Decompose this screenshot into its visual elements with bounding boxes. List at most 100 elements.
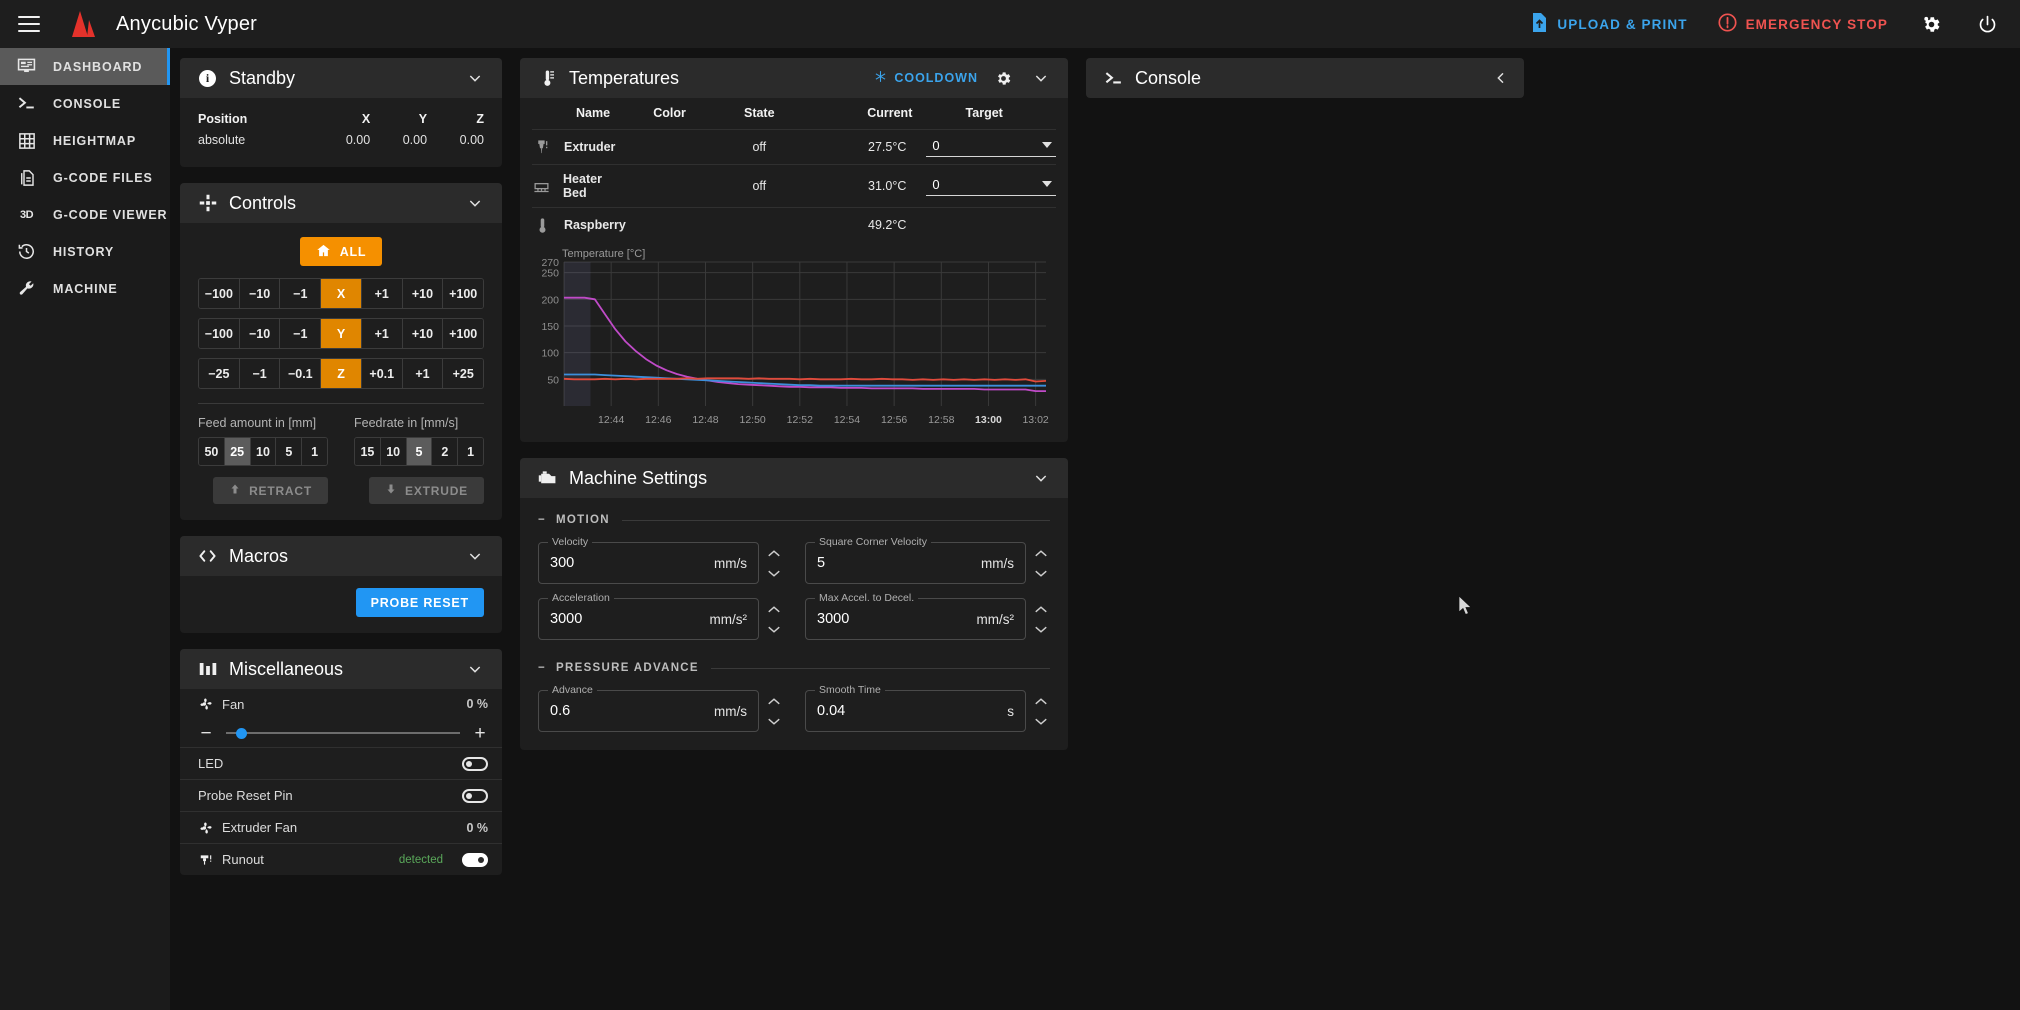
runout-toggle[interactable] bbox=[462, 852, 488, 867]
gear-icon[interactable] bbox=[990, 65, 1016, 91]
advance-input[interactable] bbox=[550, 703, 714, 719]
smooth-time-increment-icon[interactable] bbox=[1032, 693, 1050, 709]
probe-reset-pin-toggle[interactable] bbox=[462, 788, 488, 803]
led-toggle[interactable] bbox=[462, 756, 488, 771]
fan-decrease-icon[interactable]: − bbox=[198, 724, 214, 743]
jog-axis-y[interactable]: Y bbox=[321, 319, 362, 348]
max-accel-to-decel-increment-icon[interactable] bbox=[1032, 601, 1050, 617]
feedrate-1[interactable]: 1 bbox=[458, 438, 483, 465]
heater-bed-target-field[interactable] bbox=[926, 176, 1056, 196]
svg-text:100: 100 bbox=[541, 348, 559, 360]
power-icon[interactable] bbox=[1974, 11, 2000, 37]
acceleration-input[interactable] bbox=[550, 611, 710, 627]
jog-y-minus-10[interactable]: −10 bbox=[239, 319, 281, 348]
home-all-button[interactable]: ALL bbox=[299, 237, 383, 266]
jog-x-minus-1[interactable]: −1 bbox=[280, 279, 322, 308]
upload-and-print-button[interactable]: UPLOAD & PRINT bbox=[1531, 13, 1687, 35]
feed-amount-5[interactable]: 5 bbox=[276, 438, 303, 465]
temperature-chart[interactable]: Temperature [°C] 50 100 150 200 250 270 12:44 1… bbox=[528, 248, 1060, 430]
chevron-down-icon[interactable] bbox=[462, 190, 488, 216]
cooldown-button[interactable]: COOLDOWN bbox=[874, 70, 978, 86]
sidebar-item-machine[interactable]: MACHINE bbox=[0, 270, 170, 307]
chevron-down-icon[interactable] bbox=[462, 65, 488, 91]
max-accel-to-decel-input[interactable] bbox=[817, 611, 977, 627]
sidebar-item-heightmap[interactable]: HEIGHTMAP bbox=[0, 122, 170, 159]
table-header-row: Name Color State Current Target bbox=[532, 100, 1056, 130]
collapse-icon[interactable]: − bbox=[538, 662, 546, 674]
probe-reset-macro-button[interactable]: PROBE RESET bbox=[355, 588, 484, 617]
sidebar-item-history[interactable]: HISTORY bbox=[0, 233, 170, 270]
acceleration-increment-icon[interactable] bbox=[765, 601, 783, 617]
velocity-increment-icon[interactable] bbox=[765, 545, 783, 561]
fan-slider[interactable] bbox=[226, 724, 460, 742]
sidebar-item-gcode-viewer[interactable]: 3D G-CODE VIEWER bbox=[0, 196, 170, 233]
fan-increase-icon[interactable]: + bbox=[472, 724, 488, 743]
max-accel-to-decel-decrement-icon[interactable] bbox=[1032, 621, 1050, 637]
jog-z-minus-25[interactable]: −25 bbox=[199, 359, 240, 388]
feedrate-2[interactable]: 2 bbox=[432, 438, 459, 465]
collapse-icon[interactable]: − bbox=[538, 514, 546, 526]
feed-amount-50[interactable]: 50 bbox=[199, 438, 225, 465]
jog-z-plus-25[interactable]: +25 bbox=[443, 359, 483, 388]
velocity-input[interactable] bbox=[550, 555, 714, 571]
square-corner-velocity-decrement-icon[interactable] bbox=[1032, 565, 1050, 581]
smooth-time-decrement-icon[interactable] bbox=[1032, 713, 1050, 729]
brand-logo-icon bbox=[70, 11, 100, 37]
sidebar-item-dashboard[interactable]: DASHBOARD bbox=[0, 48, 170, 85]
jog-x-plus-1[interactable]: +1 bbox=[361, 279, 403, 308]
feed-amount-10[interactable]: 10 bbox=[250, 438, 277, 465]
misc-label: Runout bbox=[222, 852, 264, 867]
feed-amount-25[interactable]: 25 bbox=[224, 438, 251, 465]
jog-z-minus-1[interactable]: −1 bbox=[239, 359, 281, 388]
square-corner-velocity-input[interactable] bbox=[817, 555, 981, 571]
square-corner-velocity-increment-icon[interactable] bbox=[1032, 545, 1050, 561]
chevron-down-icon[interactable] bbox=[1042, 142, 1052, 148]
sidebar-item-console[interactable]: CONSOLE bbox=[0, 85, 170, 122]
sidebar-item-gcode-files[interactable]: G-CODE FILES bbox=[0, 159, 170, 196]
retract-button[interactable]: RETRACT bbox=[213, 477, 328, 504]
smooth-time-input[interactable] bbox=[817, 703, 1008, 719]
col-y: Y bbox=[418, 112, 428, 126]
jog-y-plus-100[interactable]: +100 bbox=[443, 319, 483, 348]
feedrate-10[interactable]: 10 bbox=[380, 438, 407, 465]
acceleration-decrement-icon[interactable] bbox=[765, 621, 783, 637]
jog-y-minus-1[interactable]: −1 bbox=[280, 319, 322, 348]
jog-x-plus-100[interactable]: +100 bbox=[443, 279, 483, 308]
jog-z-plus-1[interactable]: +1 bbox=[402, 359, 444, 388]
jog-x-plus-10[interactable]: +10 bbox=[402, 279, 444, 308]
chevron-down-icon[interactable] bbox=[1028, 65, 1054, 91]
heater-bed-target-input[interactable] bbox=[932, 176, 1042, 192]
jog-axis-z[interactable]: Z bbox=[321, 359, 362, 388]
feed-amount-1[interactable]: 1 bbox=[302, 438, 327, 465]
jog-x-minus-10[interactable]: −10 bbox=[239, 279, 281, 308]
chevron-down-icon[interactable] bbox=[462, 543, 488, 569]
feedrate-5[interactable]: 5 bbox=[406, 438, 433, 465]
jog-x-minus-100[interactable]: −100 bbox=[199, 279, 240, 308]
machine-settings-card: Machine Settings − MOTION Velocity 300 m… bbox=[520, 458, 1068, 750]
jog-y-plus-10[interactable]: +10 bbox=[402, 319, 444, 348]
gear-icon[interactable] bbox=[1918, 11, 1944, 37]
emergency-stop-button[interactable]: EMERGENCY STOP bbox=[1718, 13, 1888, 35]
chevron-down-icon[interactable] bbox=[1042, 181, 1052, 187]
advance-decrement-icon[interactable] bbox=[765, 713, 783, 729]
jog-axis-x[interactable]: X bbox=[321, 279, 362, 308]
home-all-label: ALL bbox=[339, 244, 367, 259]
chevron-down-icon[interactable] bbox=[1028, 465, 1054, 491]
extruder-target-field[interactable] bbox=[926, 137, 1056, 157]
advance-increment-icon[interactable] bbox=[765, 693, 783, 709]
jog-y-minus-100[interactable]: −100 bbox=[199, 319, 240, 348]
chevron-left-icon[interactable] bbox=[1488, 65, 1514, 91]
svg-text:12:56: 12:56 bbox=[881, 414, 907, 426]
svg-text:270: 270 bbox=[541, 257, 559, 269]
chevron-down-icon[interactable] bbox=[462, 656, 488, 682]
svg-text:12:48: 12:48 bbox=[692, 414, 718, 426]
extrude-button[interactable]: EXTRUDE bbox=[369, 477, 484, 504]
extruder-target-input[interactable] bbox=[932, 137, 1042, 153]
hamburger-icon[interactable] bbox=[14, 9, 44, 39]
jog-y-plus-1[interactable]: +1 bbox=[361, 319, 403, 348]
feedrate-15[interactable]: 15 bbox=[355, 438, 381, 465]
jog-z-plus-0.1[interactable]: +0.1 bbox=[361, 359, 403, 388]
velocity-decrement-icon[interactable] bbox=[765, 565, 783, 581]
jog-z-minus-0.1[interactable]: −0.1 bbox=[280, 359, 322, 388]
cooldown-label: COOLDOWN bbox=[894, 71, 978, 85]
